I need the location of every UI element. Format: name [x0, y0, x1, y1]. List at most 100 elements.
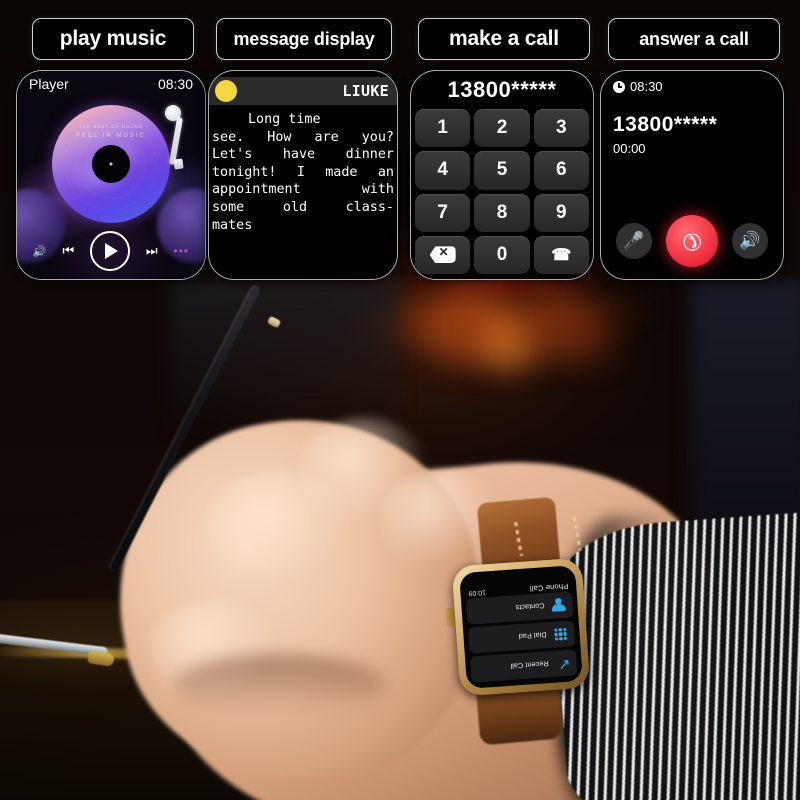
- word: How: [267, 129, 292, 145]
- message-line: appointment with: [212, 181, 394, 199]
- word: old: [282, 199, 308, 215]
- watch-clock: 10:09: [468, 588, 487, 598]
- label-text: message display: [233, 28, 375, 49]
- call-duration: 00:00: [613, 141, 646, 156]
- key-9[interactable]: 9: [533, 193, 589, 232]
- word: have: [282, 147, 316, 163]
- clock-icon: [613, 80, 625, 93]
- music-app-name: Player: [29, 76, 69, 92]
- label-text: make a call: [449, 27, 559, 50]
- dial-pad-icon: [552, 626, 569, 643]
- key-7[interactable]: 7: [415, 193, 471, 232]
- phone-menu-list: Recent Call Dial Pad Contacts: [465, 591, 578, 683]
- word: are: [314, 129, 339, 145]
- word: dinner: [345, 147, 394, 163]
- watch-menu-label: Dial Pad: [518, 630, 547, 642]
- play-button[interactable]: [90, 231, 131, 271]
- finger-shadow: [175, 655, 385, 715]
- album-caption-top: THE BEST OF SOUND: [79, 123, 143, 129]
- key-5[interactable]: 5: [474, 151, 530, 190]
- key-backspace[interactable]: [415, 235, 471, 274]
- avatar: [215, 80, 237, 102]
- key-call[interactable]: ☎: [533, 235, 589, 274]
- label-text: answer a call: [639, 28, 749, 49]
- label-message-display: message display: [216, 18, 392, 60]
- next-track-icon[interactable]: ⏭: [146, 243, 158, 259]
- phone-icon: ☎: [551, 246, 572, 264]
- album-caption-main: FEEL IN MUSIC: [76, 133, 146, 140]
- speaker-button[interactable]: 🔊: [732, 223, 768, 259]
- word: some: [212, 199, 245, 215]
- previous-track-icon[interactable]: ⏮: [62, 243, 74, 259]
- label-play-music: play music: [32, 18, 194, 60]
- hangup-button[interactable]: ✆: [666, 215, 718, 267]
- label-make-a-call: make a call: [418, 18, 590, 60]
- watch-menu-label: Contacts: [515, 601, 545, 613]
- key-3[interactable]: 3: [533, 109, 589, 148]
- word: Let's: [212, 147, 253, 163]
- watch-crown[interactable]: [445, 607, 456, 627]
- volume-icon[interactable]: 🔊: [33, 245, 47, 258]
- call-clock: 08:30: [630, 79, 663, 94]
- word: an: [377, 164, 394, 180]
- message-body: Long time see. How are you? Let's have d…: [209, 109, 397, 234]
- key-0[interactable]: 0: [474, 235, 530, 274]
- message-line: tonight! I made an: [212, 164, 394, 182]
- message-line: Long time: [248, 112, 321, 127]
- hangup-phone-icon: ✆: [676, 225, 709, 258]
- tonearm-needle: [173, 158, 184, 170]
- bokeh-light: [560, 312, 618, 364]
- dialed-number: 13800*****: [447, 77, 557, 102]
- call-status-bar: 08:30: [613, 79, 663, 94]
- play-triangle-icon: [105, 243, 119, 259]
- music-clock: 08:30: [157, 76, 193, 92]
- dark-jacket-shoulder: [170, 280, 400, 430]
- in-call-screen[interactable]: 08:30 13800***** 00:00 🎤 ✆ 🔊: [600, 70, 784, 280]
- music-player-screen[interactable]: Player 08:30 THE BEST OF SOUND FEEL IN M…: [16, 70, 206, 280]
- call-action-buttons: 🎤 ✆ 🔊: [601, 215, 783, 267]
- key-8[interactable]: 8: [474, 193, 530, 232]
- worn-smartwatch: Recent Call Dial Pad Contacts: [445, 496, 592, 746]
- speaker-icon: 🔊: [739, 231, 761, 250]
- word: with: [361, 182, 394, 198]
- key-6[interactable]: 6: [533, 151, 589, 190]
- word: made: [325, 164, 358, 180]
- more-options-icon[interactable]: •••: [173, 244, 189, 258]
- message-header: LIUKE: [209, 77, 397, 105]
- music-status-bar: Player 08:30: [17, 71, 205, 97]
- music-controls: 🔊 ⏮ ⏭ •••: [17, 231, 205, 271]
- band-stitching: [514, 522, 523, 557]
- message-line: see. How are you?: [212, 129, 394, 147]
- key-2[interactable]: 2: [474, 109, 530, 148]
- vinyl-record[interactable]: THE BEST OF SOUND FEEL IN MUSIC: [52, 105, 170, 223]
- word: see.: [212, 129, 245, 145]
- caller-number: 13800*****: [613, 113, 718, 136]
- word: class-: [345, 199, 394, 215]
- label-answer-a-call: answer a call: [608, 18, 780, 60]
- microphone-icon: 🎤: [623, 231, 645, 250]
- watch-menu-label: Recent Call: [510, 659, 549, 672]
- word: you?: [361, 129, 394, 145]
- feature-panel-strip: play music Player 08:30 THE BEST OF SOUN…: [0, 0, 800, 300]
- contact-name: LIUKE: [342, 82, 389, 100]
- key-1[interactable]: 1: [415, 109, 471, 148]
- screenshot-root: Recent Call Dial Pad Contacts: [0, 0, 800, 800]
- message-line: mates: [212, 217, 253, 233]
- dial-pad-screen[interactable]: 13800***** 1 2 3 4 5 6 7 8 9 0 ☎: [410, 70, 594, 280]
- message-screen[interactable]: LIUKE Long time see. How are you? Let's …: [208, 70, 398, 280]
- backspace-icon: [430, 245, 456, 263]
- keypad: 1 2 3 4 5 6 7 8 9 0 ☎: [415, 109, 589, 274]
- mute-button[interactable]: 🎤: [616, 223, 652, 259]
- watch-display[interactable]: Recent Call Dial Pad Contacts: [459, 565, 583, 689]
- word: I: [296, 164, 305, 180]
- recent-call-icon: [554, 655, 571, 672]
- record-spindle: [92, 145, 130, 183]
- watch-menu-item-dial-pad[interactable]: Dial Pad: [467, 620, 576, 654]
- band-stitching: [572, 516, 582, 551]
- word: tonight!: [212, 164, 277, 180]
- watch-menu-item-recent-call[interactable]: Recent Call: [469, 649, 578, 683]
- key-4[interactable]: 4: [415, 151, 471, 190]
- label-text: play music: [59, 27, 167, 50]
- message-line: some old class-: [212, 199, 394, 217]
- contacts-icon: [550, 597, 567, 614]
